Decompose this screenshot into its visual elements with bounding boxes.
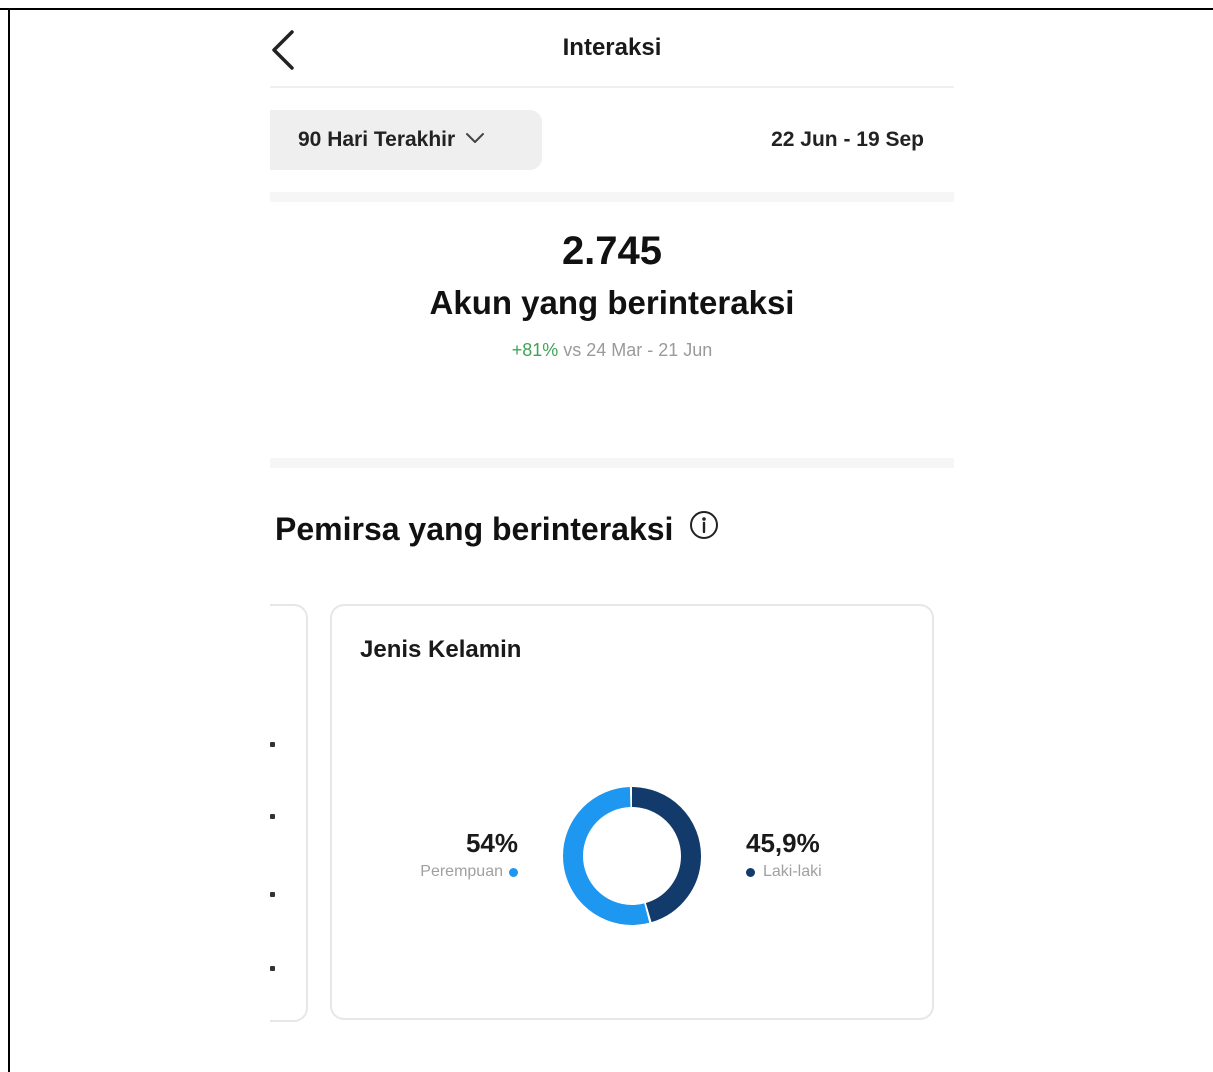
female-percentage: 54% bbox=[465, 828, 518, 858]
page-title: Interaksi bbox=[562, 34, 662, 61]
section-divider bbox=[270, 458, 954, 468]
card-title: Jenis Kelamin bbox=[360, 636, 522, 663]
section-title: Pemirsa yang berinteraksi bbox=[275, 510, 719, 548]
list-marker bbox=[270, 814, 275, 819]
male-label-row: Laki-laki bbox=[746, 863, 822, 881]
comparison-text: +81% vs 24 Mar - 21 Jun bbox=[270, 340, 954, 361]
male-label: Laki-laki bbox=[763, 863, 822, 880]
accounts-engaged-label: Akun yang berinteraksi bbox=[429, 284, 795, 321]
female-legend-dot bbox=[509, 867, 518, 877]
header-divider bbox=[270, 86, 954, 88]
frame-border-left bbox=[8, 8, 10, 1072]
male-stat: 45,9% Laki-laki bbox=[746, 828, 822, 881]
female-stat: 54% Perempuan bbox=[420, 828, 518, 881]
section-title-text: Pemirsa yang berinteraksi bbox=[275, 510, 674, 547]
date-range-dropdown[interactable]: 90 Hari Terakhir bbox=[270, 110, 542, 170]
list-marker bbox=[270, 892, 275, 897]
female-label-row: Perempuan bbox=[420, 863, 518, 881]
list-marker bbox=[270, 966, 275, 971]
female-label: Perempuan bbox=[420, 863, 503, 880]
gender-card[interactable]: Jenis Kelamin 54% Perempuan 45,9% Laki-l… bbox=[330, 604, 934, 1020]
list-marker bbox=[270, 742, 275, 747]
accounts-engaged-summary: 2.745 Akun yang berinteraksi +81% vs 24 … bbox=[270, 225, 954, 361]
section-divider bbox=[270, 192, 954, 202]
change-percentage: +81% bbox=[511, 340, 559, 360]
gender-donut-chart bbox=[563, 787, 701, 925]
date-range-dropdown-label: 90 Hari Terakhir bbox=[298, 128, 456, 151]
accounts-engaged-count: 2.745 bbox=[561, 229, 663, 273]
filter-row: 90 Hari Terakhir 22 Jun - 19 Sep bbox=[270, 110, 954, 172]
male-percentage: 45,9% bbox=[746, 828, 820, 858]
chevron-down-icon bbox=[466, 133, 485, 143]
info-icon[interactable] bbox=[689, 510, 719, 548]
insights-screen: Interaksi 90 Hari Terakhir 22 Jun - 19 S… bbox=[270, 10, 954, 1072]
date-range-text: 22 Jun - 19 Sep bbox=[771, 128, 924, 151]
comparison-period: vs 24 Mar - 21 Jun bbox=[563, 340, 713, 360]
top-bar: Interaksi bbox=[270, 10, 954, 88]
male-legend-dot bbox=[746, 867, 755, 877]
previous-card[interactable] bbox=[270, 604, 308, 1022]
